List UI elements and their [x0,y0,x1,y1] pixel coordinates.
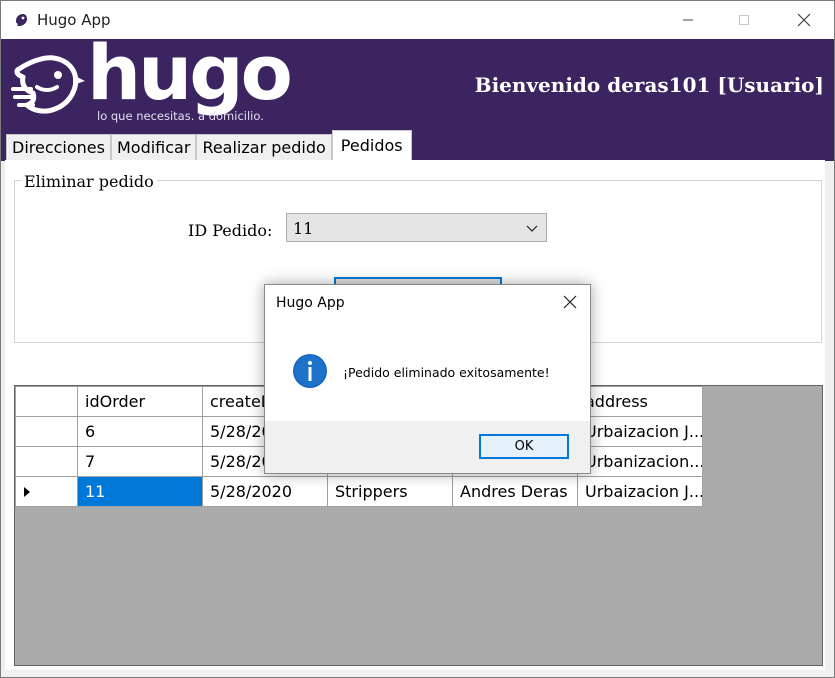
cell-id-order[interactable]: 7 [77,446,203,477]
close-button[interactable] [781,1,827,39]
cell-address[interactable]: Urbaizacion J... [577,416,703,447]
cell-id-order[interactable]: 11 [77,476,203,507]
order-id-label: ID Pedido: [188,221,273,240]
tab-direcciones[interactable]: Direcciones [6,134,111,161]
logo-wordmark: hugo [87,28,293,117]
window-title: Hugo App [37,11,111,29]
welcome-message: Bienvenido deras101 [Usuario] [474,73,824,97]
logo-tagline: lo que necesitas. a domicilio. [97,109,264,123]
ok-button[interactable]: OK [479,434,569,459]
dialog-title: Hugo App [276,295,345,311]
bird-logo-icon [11,55,85,114]
order-id-select[interactable]: 11 [286,213,547,242]
row-header[interactable] [15,416,78,447]
column-header[interactable]: address [577,386,703,417]
maximize-icon [739,15,749,25]
group-legend: Eliminar pedido [21,172,157,191]
tab-realizar-pedido[interactable]: Realizar pedido [196,134,332,161]
close-icon [797,13,811,27]
table-row-current[interactable]: 11 5/28/2020 Strippers Andres Deras Urba… [15,476,703,507]
minimize-icon [683,19,693,21]
table-cell[interactable]: Strippers [327,476,453,507]
app-header: hugo lo que necesitas. a domicilio. Bien… [1,35,834,161]
maximize-button[interactable] [721,1,767,39]
cell-create-date[interactable]: 5/28/2020 [202,476,328,507]
column-header[interactable]: idOrder [77,386,203,417]
cell-address[interactable]: Urbaizacion J... [577,476,703,507]
table-cell[interactable]: Andres Deras [452,476,578,507]
tab-strip: Direcciones Modificar Realizar pedido Pe… [6,130,412,161]
chevron-down-icon [526,225,538,232]
tab-pedidos[interactable]: Pedidos [331,130,412,161]
row-header[interactable] [15,476,78,507]
info-icon [293,354,327,388]
current-row-arrow-icon [24,487,30,497]
order-id-value: 11 [293,219,314,238]
row-header-corner [15,386,78,417]
dialog-message: ¡Pedido eliminado exitosamente! [343,365,550,380]
app-icon [16,14,27,26]
cell-id-order[interactable]: 6 [77,416,203,447]
tab-modificar[interactable]: Modificar [110,134,197,161]
row-header[interactable] [15,446,78,477]
message-dialog: Hugo App ¡Pedido eliminado exitosamente!… [264,284,591,474]
dialog-close-icon[interactable] [562,294,578,310]
cell-address[interactable]: Urbanizacion... [577,446,703,477]
minimize-button[interactable] [665,1,711,39]
